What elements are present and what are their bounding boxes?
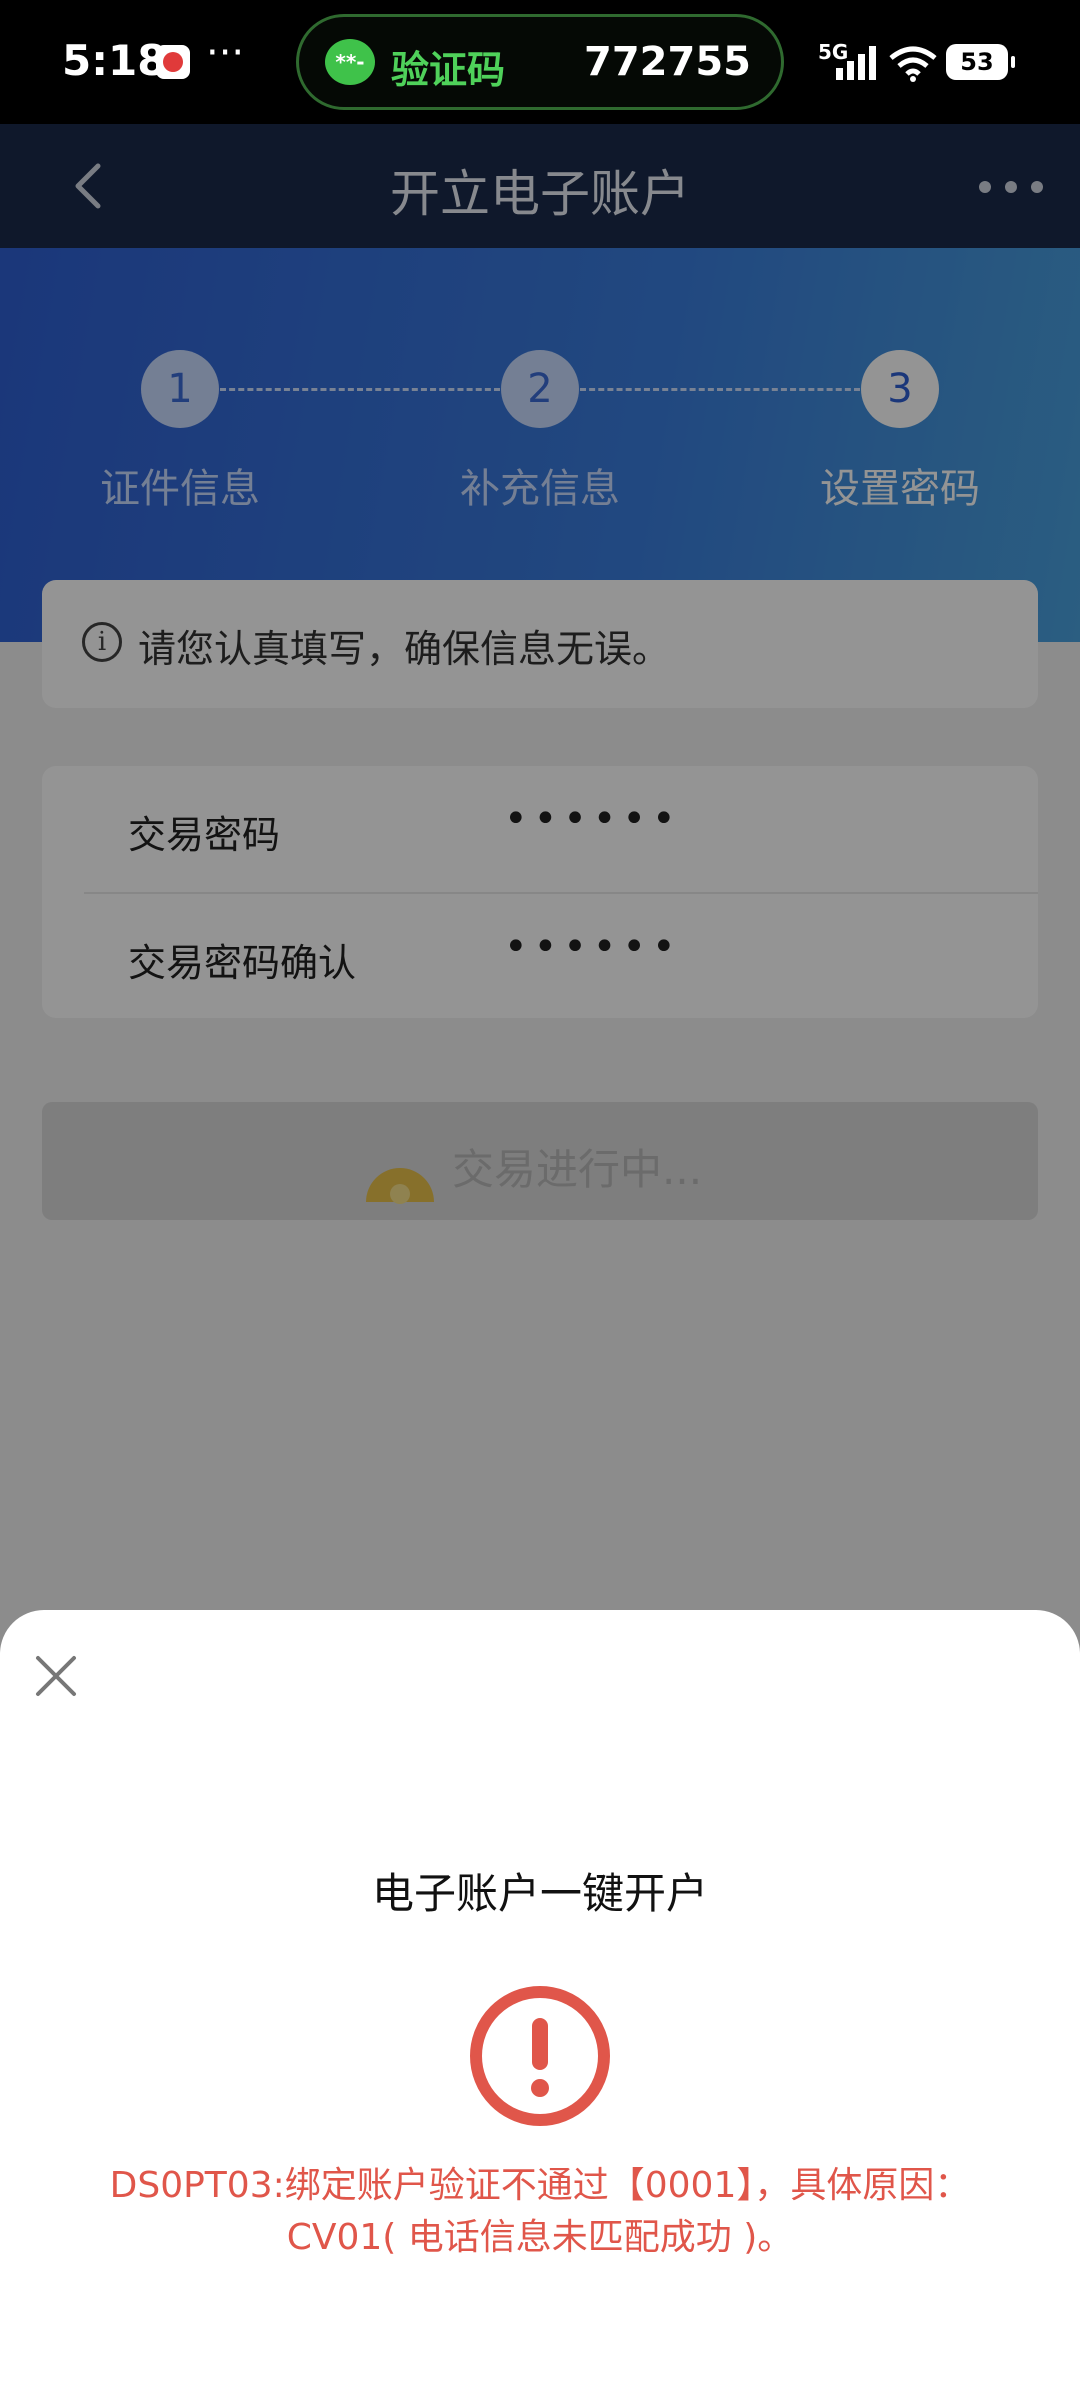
error-icon <box>470 1986 610 2126</box>
status-time: 5:18 <box>62 36 167 85</box>
wifi-icon <box>889 46 937 82</box>
error-message-line-1: DS0PT03:绑定账户验证不通过【0001】，具体原因： <box>109 2165 971 2206</box>
app-notification-icon <box>156 45 190 79</box>
otp-label: 验证码 <box>391 48 506 92</box>
sheet-title: 电子账户一键开户 <box>371 1869 708 1918</box>
signal-icon <box>836 46 876 80</box>
otp-notification-pill[interactable]: **- 验证码 772755 <box>296 14 784 110</box>
close-icon[interactable] <box>32 1652 80 1700</box>
battery-indicator: 53 <box>946 44 1015 80</box>
error-message-line-2: CV01( 电话信息未匹配成功 )。 <box>286 2217 794 2258</box>
status-bar: 5:18 ··· **- 验证码 772755 5G 53 <box>0 0 1080 124</box>
message-icon: **- <box>325 39 375 85</box>
result-sheet: 电子账户一键开户 DS0PT03:绑定账户验证不通过【0001】，具体原因： C… <box>0 1610 1080 2400</box>
otp-code: 772755 <box>584 39 751 85</box>
status-more-indicator: ··· <box>206 30 245 76</box>
